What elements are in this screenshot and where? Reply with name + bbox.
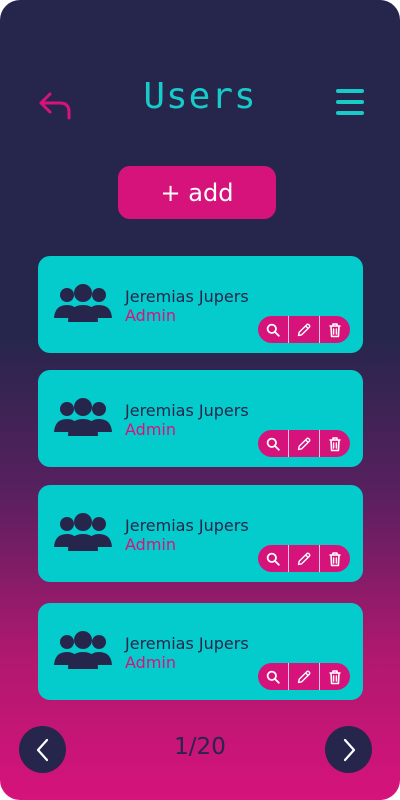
chevron-right-icon [343,738,355,761]
delete-user-button[interactable] [319,316,350,343]
menu-button[interactable] [334,86,368,120]
user-role: Admin [125,535,176,554]
trash-icon [329,551,341,566]
user-role: Admin [125,306,176,325]
users-screen: Users + add Jeremias Jupers Admin Jeremi… [0,0,400,800]
user-name: Jeremias Jupers [125,401,249,420]
pencil-icon [297,323,311,336]
user-name: Jeremias Jupers [125,516,249,535]
hamburger-menu-icon [336,89,364,93]
edit-user-button[interactable] [288,430,319,457]
users-group-icon [54,284,112,322]
search-icon [266,670,280,684]
view-user-button[interactable] [258,430,288,457]
delete-user-button[interactable] [319,430,350,457]
search-icon [266,323,280,337]
user-actions [258,316,350,343]
users-group-icon [54,398,112,436]
view-user-button[interactable] [258,545,288,572]
search-icon [266,437,280,451]
pencil-icon [297,437,311,450]
user-actions [258,545,350,572]
user-name: Jeremias Jupers [125,634,249,653]
hamburger-menu-icon-bar [336,111,364,115]
user-role: Admin [125,420,176,439]
hamburger-menu-icon-bar [336,100,364,104]
user-actions [258,430,350,457]
view-user-button[interactable] [258,663,288,690]
user-name: Jeremias Jupers [125,287,249,306]
search-icon [266,552,280,566]
user-card[interactable]: Jeremias Jupers Admin [38,256,363,353]
user-card[interactable]: Jeremias Jupers Admin [38,603,363,700]
pencil-icon [297,552,311,565]
add-user-button[interactable]: + add [118,166,276,219]
delete-user-button[interactable] [319,663,350,690]
edit-user-button[interactable] [288,663,319,690]
trash-icon [329,669,341,684]
trash-icon [329,436,341,451]
edit-user-button[interactable] [288,316,319,343]
pencil-icon [297,670,311,683]
users-group-icon [54,513,112,551]
trash-icon [329,322,341,337]
delete-user-button[interactable] [319,545,350,572]
users-group-icon [54,631,112,669]
user-actions [258,663,350,690]
next-page-button[interactable] [325,726,372,773]
user-card[interactable]: Jeremias Jupers Admin [38,370,363,467]
user-role: Admin [125,653,176,672]
edit-user-button[interactable] [288,545,319,572]
view-user-button[interactable] [258,316,288,343]
user-card[interactable]: Jeremias Jupers Admin [38,485,363,582]
